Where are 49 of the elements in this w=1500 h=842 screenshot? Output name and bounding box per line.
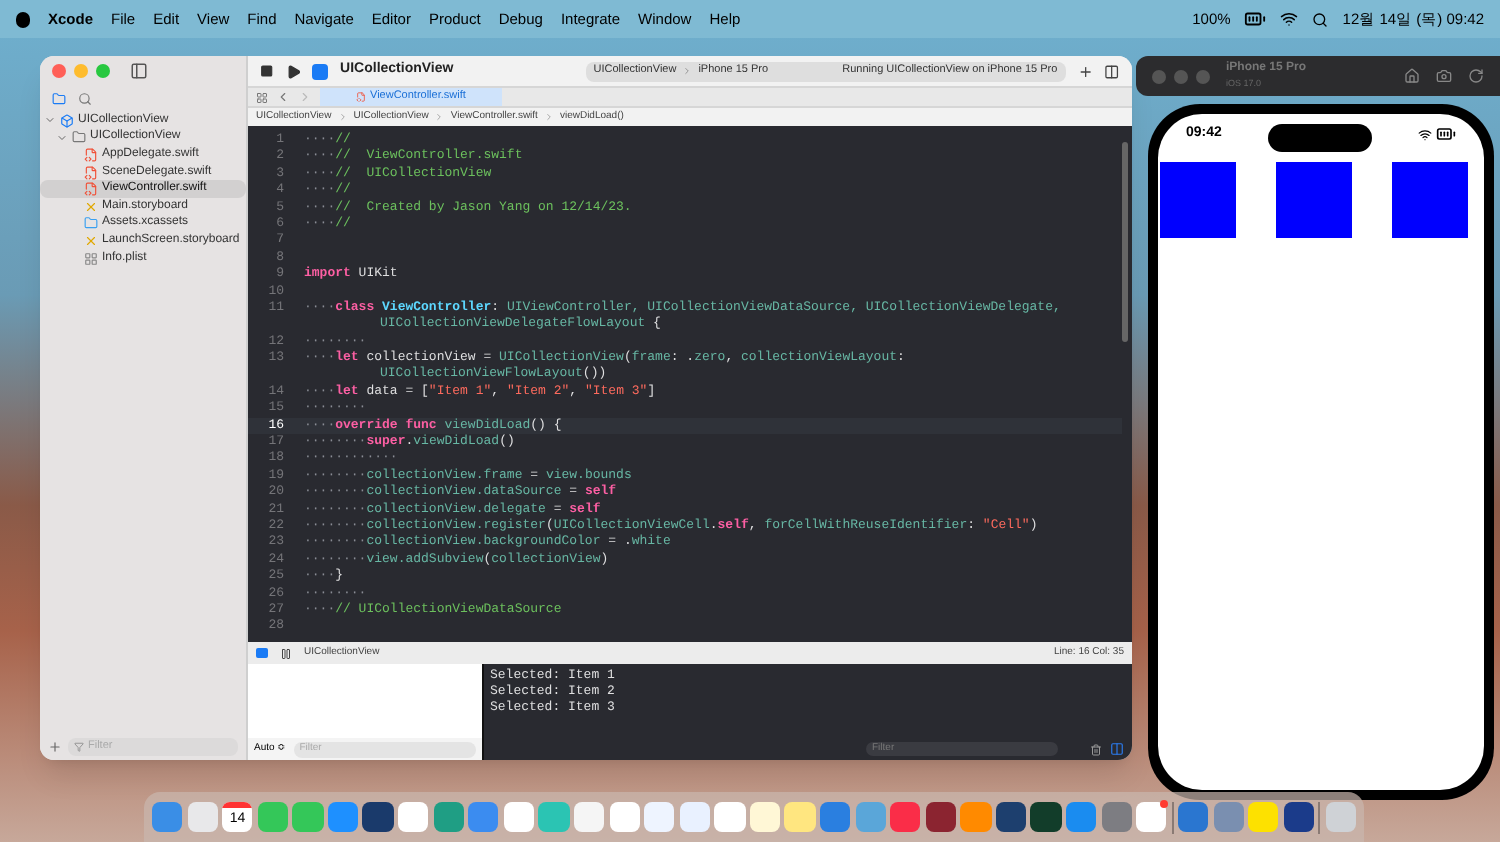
swift-file-icon [356, 92, 366, 102]
run-icon[interactable] [285, 63, 301, 79]
stop-icon[interactable] [260, 64, 274, 78]
app-icon[interactable] [362, 801, 394, 833]
collection-cell[interactable] [1276, 162, 1352, 238]
chevron-icon [337, 112, 348, 122]
app-icon[interactable] [1136, 801, 1167, 833]
search-icon[interactable] [1312, 11, 1329, 27]
chevron-icon [543, 112, 554, 122]
collection-cell[interactable] [1392, 162, 1468, 238]
plist-icon [84, 251, 98, 266]
chevron-icon [434, 112, 445, 122]
wifi-icon [1418, 127, 1432, 141]
app-icon [312, 63, 329, 79]
split-view-icon[interactable] [1110, 742, 1124, 756]
assets-icon [84, 216, 98, 231]
filter-icon [74, 741, 84, 751]
wifi-icon[interactable] [1280, 10, 1299, 28]
dynamic-island [1268, 124, 1372, 152]
app-icon[interactable] [995, 801, 1027, 833]
project-icon [60, 113, 74, 128]
collection-cell[interactable] [1160, 162, 1236, 238]
home-icon[interactable] [1404, 68, 1420, 84]
notification-badge [1160, 799, 1169, 808]
console-toggle-icon[interactable] [256, 648, 268, 658]
app-icon[interactable] [1283, 801, 1315, 833]
forward-icon[interactable] [298, 90, 312, 104]
folder-icon [72, 130, 86, 145]
app-icon[interactable] [925, 801, 956, 833]
disclosure-icon[interactable] [56, 131, 68, 144]
battery-icon [1436, 124, 1456, 144]
project-navigator-icon[interactable] [52, 91, 66, 105]
swift-file-icon [84, 147, 98, 162]
pause-icon[interactable] [280, 647, 292, 659]
storyboard-icon [84, 233, 98, 248]
rotate-icon[interactable] [1468, 68, 1484, 84]
add-icon[interactable] [1077, 63, 1093, 79]
battery-icon[interactable] [1244, 8, 1267, 30]
scrollbar[interactable] [1122, 142, 1128, 342]
grid-icon[interactable] [256, 91, 268, 103]
app-icon[interactable] [1030, 801, 1062, 833]
disclosure-icon[interactable] [44, 114, 56, 127]
sidebar-toggle-icon[interactable] [130, 62, 148, 80]
storyboard-icon [84, 199, 98, 214]
screenshot-icon[interactable] [1436, 68, 1452, 84]
layout-icon[interactable] [1104, 63, 1121, 79]
back-icon[interactable] [276, 90, 290, 104]
chevron-icon [682, 66, 693, 76]
trash-icon[interactable] [1090, 743, 1102, 755]
